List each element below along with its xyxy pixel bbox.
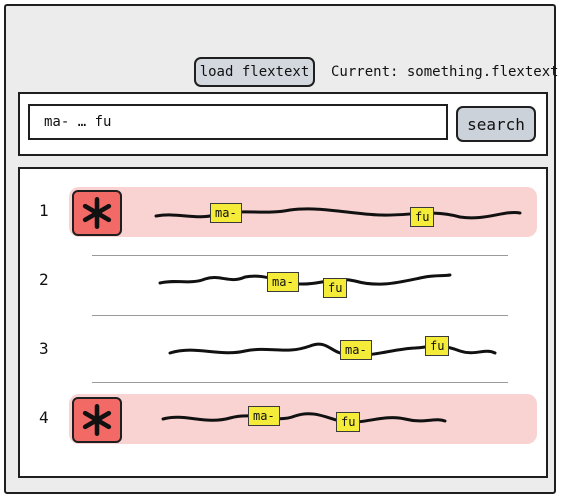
match-tag: ma- [210,203,242,223]
squiggle-line-icon [168,342,497,357]
squiggle-line-icon [154,207,522,220]
match-tag: ma- [267,272,299,292]
match-tag: ma- [340,340,372,360]
result-row[interactable]: 4 ma- fu [20,384,546,454]
toolbar: load flextext Current: something.flextex… [6,6,559,87]
match-tag: fu [425,336,450,356]
row-divider [92,382,508,383]
results-list: 1 ma- fu 2 ma- fu 3 ma- fu 4 ma- fu [18,167,548,478]
search-button[interactable]: search [456,106,536,142]
search-input[interactable] [28,104,448,140]
match-tag: fu [410,207,435,227]
result-row[interactable]: 2 ma- fu [20,246,546,316]
match-tag: ma- [248,406,280,426]
match-tag: fu [336,412,361,432]
result-row[interactable]: 1 ma- fu [20,177,546,247]
result-row[interactable]: 3 ma- fu [20,315,546,385]
load-flextext-button[interactable]: load flextext [194,57,315,87]
app-window: load flextext Current: something.flextex… [4,4,559,494]
squiggle-line-icon [161,412,447,424]
current-file-label: Current: something.flextext [331,64,559,80]
search-panel: search [18,92,548,156]
match-tag: fu [323,278,348,298]
